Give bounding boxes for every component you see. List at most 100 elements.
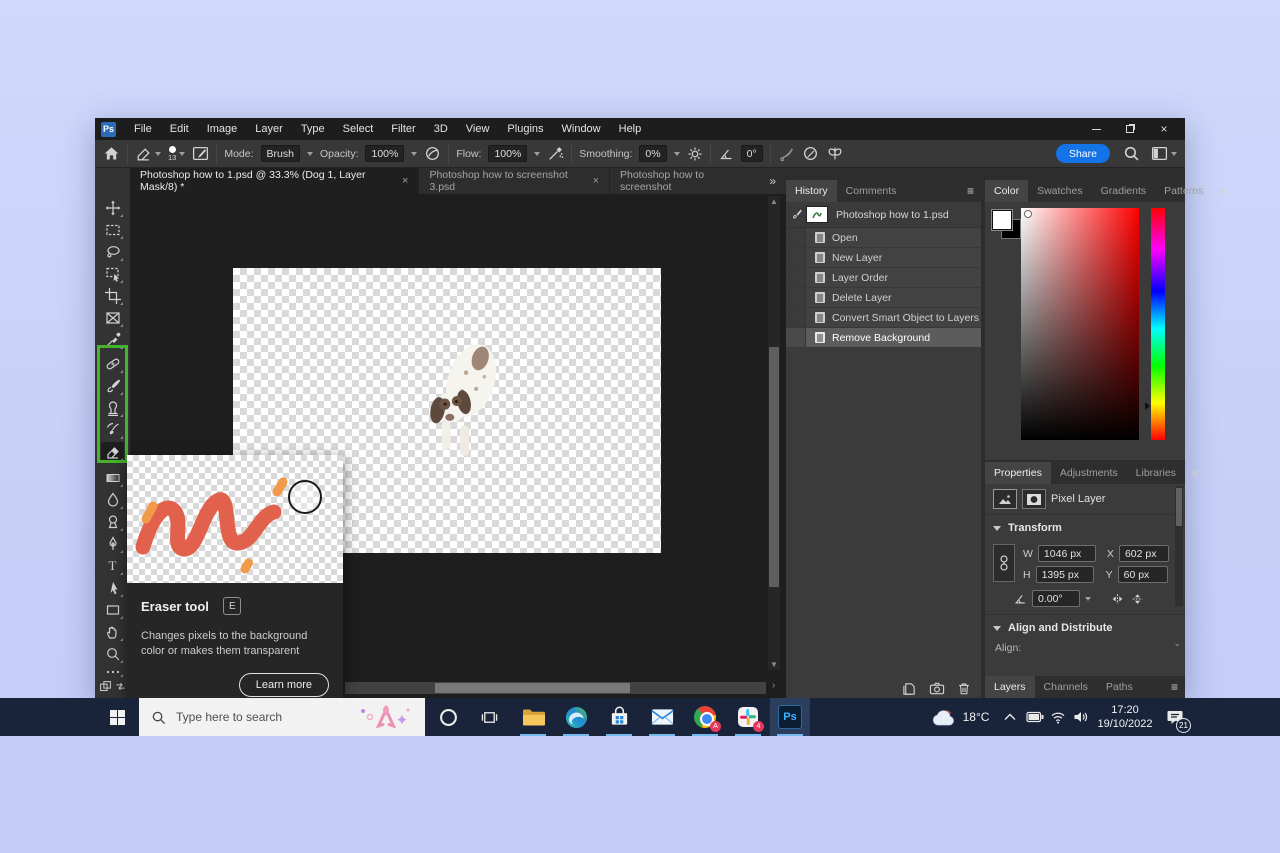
- menu-type[interactable]: Type: [293, 118, 333, 140]
- tab-libraries[interactable]: Libraries: [1127, 462, 1185, 484]
- zoom-tool[interactable]: [101, 644, 124, 664]
- scroll-down-icon[interactable]: ⌄: [1173, 638, 1181, 649]
- tray-volume[interactable]: [1068, 698, 1094, 736]
- blur-tool[interactable]: [101, 490, 124, 510]
- eraser-tool-preset[interactable]: [135, 145, 161, 162]
- saturation-brightness-field[interactable]: [1021, 208, 1139, 440]
- history-source-toggle[interactable]: [786, 328, 806, 347]
- layer-thumbnail-icon[interactable]: [993, 489, 1017, 509]
- lasso-tool[interactable]: [101, 242, 124, 262]
- hue-slider[interactable]: [1151, 208, 1165, 440]
- delete-trash-icon[interactable]: [957, 681, 971, 696]
- start-button[interactable]: [95, 698, 139, 736]
- history-source-toggle[interactable]: [786, 228, 806, 247]
- layer-mask-icon[interactable]: [1022, 489, 1046, 509]
- swap-colors-icon[interactable]: [114, 680, 127, 693]
- taskbar-file-explorer[interactable]: [513, 698, 553, 736]
- transform-section-header[interactable]: Transform: [993, 522, 1062, 534]
- notification-center-button[interactable]: 21: [1158, 698, 1192, 736]
- x-field[interactable]: 602 px: [1118, 545, 1169, 562]
- horizontal-scrollbar[interactable]: [345, 682, 766, 694]
- chevron-down-icon[interactable]: [673, 151, 680, 156]
- hue-slider-marker[interactable]: [1145, 402, 1150, 410]
- tab-color[interactable]: Color: [985, 180, 1029, 202]
- workspace-switcher[interactable]: [1151, 145, 1177, 162]
- history-entry[interactable]: Open: [786, 228, 981, 248]
- path-selection-tool[interactable]: [101, 578, 124, 598]
- home-icon[interactable]: [103, 145, 120, 162]
- history-entry[interactable]: Layer Order: [786, 268, 981, 288]
- history-snapshot-row[interactable]: Photoshop how to 1.psd: [786, 202, 981, 228]
- brush-size-picker[interactable]: 13: [168, 146, 186, 161]
- crop-tool[interactable]: [101, 286, 124, 306]
- chevron-down-icon[interactable]: [1085, 596, 1091, 601]
- history-entry[interactable]: New Layer: [786, 248, 981, 268]
- panel-menu-icon[interactable]: ≡: [1185, 462, 1206, 484]
- rotate-angle-field[interactable]: 0.00°: [1032, 590, 1080, 607]
- history-source-toggle[interactable]: [786, 268, 806, 287]
- menu-window[interactable]: Window: [554, 118, 609, 140]
- height-field[interactable]: 1395 px: [1035, 566, 1094, 583]
- taskbar-clock[interactable]: 17:20 19/10/2022: [1092, 698, 1158, 736]
- move-tool[interactable]: [101, 198, 124, 218]
- history-source-toggle[interactable]: [786, 308, 806, 327]
- history-entry[interactable]: Convert Smart Object to Layers: [786, 308, 981, 328]
- panel-scroll-thumb[interactable]: [1176, 488, 1182, 526]
- history-entry[interactable]: Delete Layer: [786, 288, 981, 308]
- rectangular-marquee-tool[interactable]: [101, 220, 124, 240]
- brush-angle-field[interactable]: 0°: [740, 145, 763, 162]
- cortana-button[interactable]: [429, 698, 467, 736]
- search-icon[interactable]: [1123, 145, 1140, 162]
- taskbar-chrome[interactable]: A: [685, 698, 725, 736]
- tab-overflow-button[interactable]: »: [759, 168, 786, 194]
- menu-image[interactable]: Image: [199, 118, 246, 140]
- history-entry-selected[interactable]: Remove Background: [786, 328, 981, 348]
- tab-document-2[interactable]: Photoshop how to screenshot 3.psd ×: [419, 168, 610, 194]
- dodge-tool[interactable]: [101, 512, 124, 532]
- menu-3d[interactable]: 3D: [426, 118, 456, 140]
- vertical-scrollbar[interactable]: ▲ ▼: [768, 196, 780, 670]
- taskbar-weather[interactable]: 18°C: [922, 698, 998, 736]
- history-source-toggle[interactable]: [786, 248, 806, 267]
- taskbar-photoshop[interactable]: Ps: [770, 698, 810, 736]
- type-tool[interactable]: T: [101, 556, 124, 576]
- object-selection-tool[interactable]: [101, 264, 124, 284]
- tray-wifi[interactable]: [1046, 698, 1070, 736]
- y-field[interactable]: 60 px: [1117, 566, 1168, 583]
- tab-swatches[interactable]: Swatches: [1028, 180, 1092, 202]
- tab-paths[interactable]: Paths: [1097, 676, 1142, 698]
- color-picker-ring[interactable]: [1024, 210, 1032, 218]
- gradient-tool[interactable]: [101, 468, 124, 488]
- smoothing-field[interactable]: 0%: [639, 145, 667, 162]
- flip-vertical-icon[interactable]: [1130, 592, 1145, 606]
- close-icon[interactable]: ×: [593, 175, 599, 187]
- airbrush-toggle-icon[interactable]: [802, 145, 819, 162]
- rectangle-tool[interactable]: [101, 600, 124, 620]
- taskbar-mail[interactable]: [642, 698, 682, 736]
- hand-tool[interactable]: [101, 622, 124, 642]
- share-button[interactable]: Share: [1055, 144, 1110, 163]
- flip-horizontal-icon[interactable]: [1110, 592, 1125, 606]
- mode-select[interactable]: Brush: [260, 145, 300, 162]
- tab-history[interactable]: History: [786, 180, 837, 202]
- opacity-field[interactable]: 100%: [365, 145, 405, 162]
- menu-layer[interactable]: Layer: [247, 118, 291, 140]
- screen-mode-icon[interactable]: [99, 680, 112, 693]
- task-view-button[interactable]: [470, 698, 508, 736]
- menu-help[interactable]: Help: [611, 118, 650, 140]
- vertical-scroll-thumb[interactable]: [769, 347, 779, 587]
- link-dimensions-button[interactable]: [993, 544, 1015, 582]
- airbrush-icon[interactable]: [547, 145, 564, 162]
- tab-layers[interactable]: Layers: [985, 676, 1035, 698]
- pressure-size-icon[interactable]: [778, 145, 795, 162]
- history-brush-source-icon[interactable]: [786, 208, 806, 221]
- tab-gradients[interactable]: Gradients: [1092, 180, 1156, 202]
- horizontal-scroll-thumb[interactable]: [435, 683, 630, 693]
- edit-toolbar-button[interactable]: [101, 666, 124, 678]
- menu-plugins[interactable]: Plugins: [499, 118, 551, 140]
- new-snapshot-camera-icon[interactable]: [929, 681, 945, 696]
- tab-comments[interactable]: Comments: [837, 180, 906, 202]
- menu-file[interactable]: File: [126, 118, 160, 140]
- scroll-down-icon[interactable]: ▼: [768, 660, 780, 669]
- learn-more-button[interactable]: Learn more: [238, 673, 329, 697]
